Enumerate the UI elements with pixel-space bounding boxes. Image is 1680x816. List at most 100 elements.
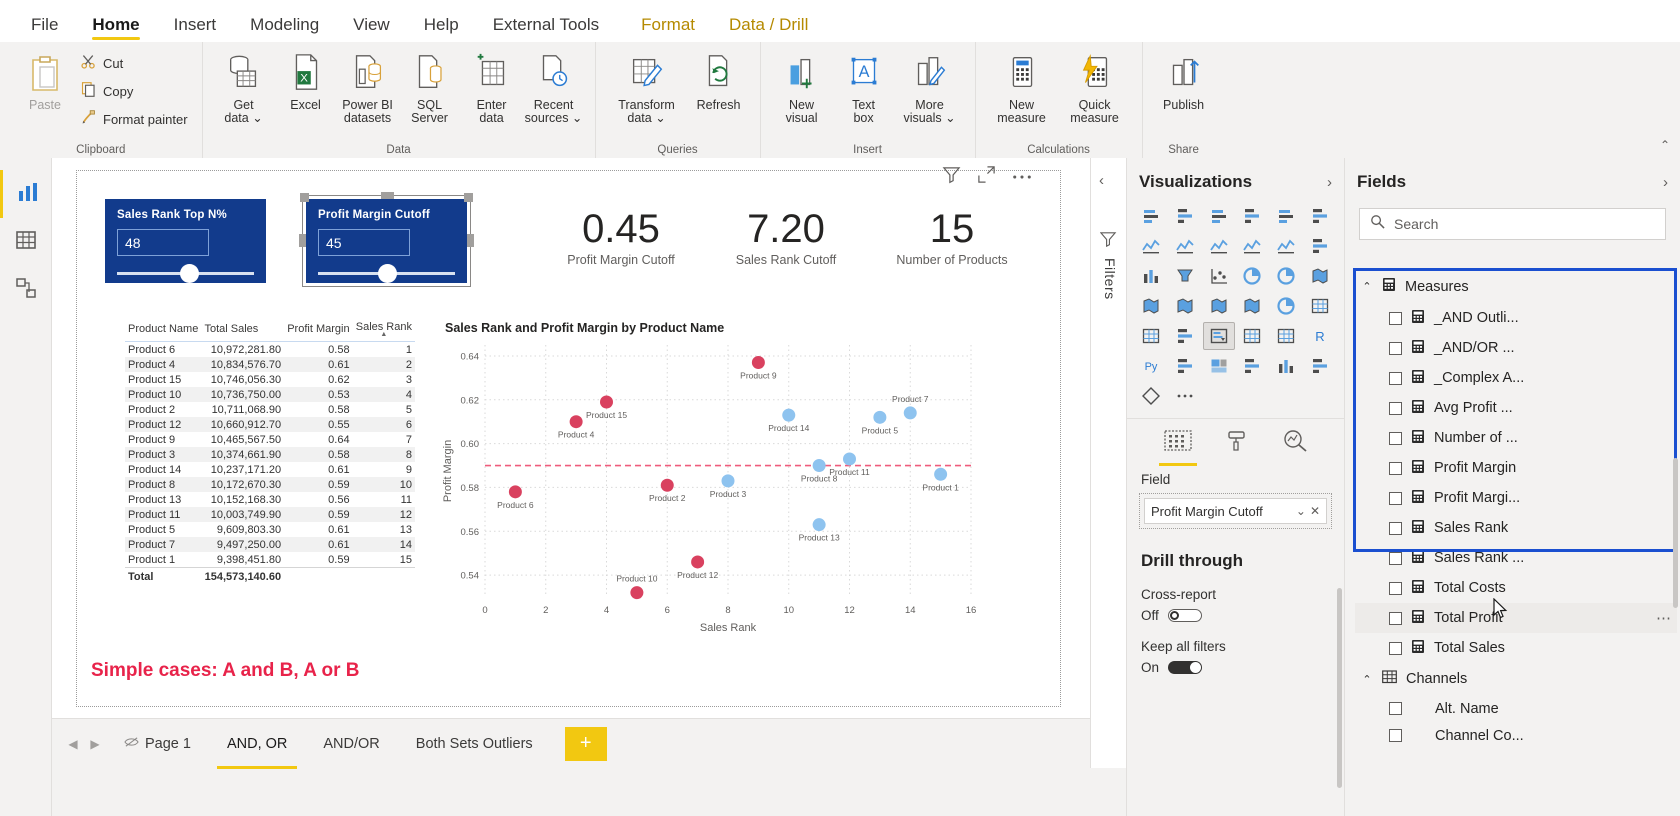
field-more-options-icon[interactable]: ⋯ (1656, 609, 1671, 627)
stacked-bar-chart-icon[interactable] (1135, 202, 1167, 230)
table-row[interactable]: Product 3 10,374,661.90 0.58 8 (125, 447, 415, 462)
funnel-chart-icon[interactable] (1169, 262, 1201, 290)
stacked-area-icon[interactable] (1203, 232, 1235, 260)
scatter-point[interactable] (660, 478, 674, 492)
collapse-ribbon-button[interactable]: ⌃ (1660, 138, 1670, 152)
waterfall-chart-icon[interactable] (1135, 262, 1167, 290)
cross-report-toggle-row[interactable]: Off (1127, 604, 1344, 633)
field-item[interactable]: _AND/OR ... (1355, 333, 1677, 363)
data-view-button[interactable] (0, 218, 52, 266)
scatter-plot-svg[interactable]: 0.54 0.56 0.58 0.60 0.62 0.64 0 2 4 6 8 10 12 14 16 Pro… (437, 335, 982, 641)
add-page-button[interactable]: + (564, 726, 607, 761)
field-checkbox[interactable] (1389, 341, 1402, 355)
card-icon[interactable] (1304, 292, 1336, 320)
line-chart-icon[interactable] (1135, 232, 1167, 260)
remove-field-icon[interactable]: ✕ (1310, 504, 1320, 518)
keep-all-filters-toggle-row[interactable]: On (1127, 656, 1344, 685)
quick-measure-button[interactable]: Quick measure (1058, 46, 1132, 127)
page-next-button[interactable]: ▶ (84, 733, 106, 755)
scatter-point[interactable] (812, 518, 826, 532)
shape-map-icon[interactable] (1203, 292, 1235, 320)
recent-sources-button[interactable]: Recent sources ⌄ (523, 46, 585, 127)
field-item[interactable]: Profit Margi... (1355, 483, 1677, 513)
scatter-chart-icon[interactable] (1203, 262, 1235, 290)
model-view-button[interactable] (0, 266, 52, 314)
scatter-point[interactable] (873, 410, 887, 424)
format-painter-button[interactable]: Format painter (76, 108, 192, 130)
ribbon-chart-icon[interactable] (1304, 232, 1336, 260)
key-influencers-icon[interactable] (1169, 352, 1201, 380)
page-tab-and-slash-or[interactable]: AND/OR (305, 719, 397, 769)
table-row[interactable]: Product 14 10,237,171.20 0.61 9 (125, 462, 415, 477)
get-data-button[interactable]: Get data ⌄ (213, 46, 275, 127)
slicer-slider-track[interactable] (117, 264, 254, 283)
fields-pane-scrollbar[interactable] (1673, 458, 1678, 608)
ribbon-tab-file[interactable]: File (14, 16, 75, 42)
field-item[interactable]: Number of ... (1355, 423, 1677, 453)
qa-visual-icon[interactable] (1237, 352, 1269, 380)
table-row[interactable]: Product 12 10,660,912.70 0.55 6 (125, 417, 415, 432)
scatter-point[interactable] (630, 586, 644, 600)
table-visual[interactable]: Product Name Total Sales Profit Margin S… (125, 319, 415, 585)
cut-button[interactable]: Cut (76, 52, 192, 74)
field-checkbox[interactable] (1389, 641, 1402, 655)
field-checkbox[interactable] (1389, 729, 1402, 742)
focus-mode-icon[interactable] (977, 165, 996, 189)
kpi-card-number-of-products[interactable]: 15 Number of Products (877, 207, 1027, 267)
field-item[interactable]: Total Profit ⋯ (1355, 603, 1677, 633)
scatter-point[interactable] (751, 356, 765, 370)
table-row[interactable]: Product 1 9,398,451.80 0.59 15 (125, 552, 415, 568)
chevron-right-icon[interactable]: › (1327, 174, 1332, 191)
ribbon-tab-home[interactable]: Home (75, 16, 156, 42)
field-checkbox[interactable] (1389, 311, 1402, 325)
slicer-value-input[interactable]: 48 (117, 229, 209, 256)
table-row[interactable]: Product 6 10,972,281.80 0.58 1 (125, 342, 415, 358)
kpi-card-profit-margin-cutoff[interactable]: 0.45 Profit Margin Cutoff (546, 207, 696, 267)
format-paintroller-tab[interactable] (1224, 429, 1250, 466)
scatter-point[interactable] (934, 467, 948, 481)
report-view-button[interactable] (0, 170, 52, 218)
filters-pane-collapsed[interactable]: ‹ Filters (1090, 158, 1126, 768)
sql-server-button[interactable]: SQL Server (399, 46, 461, 127)
field-checkbox[interactable] (1389, 611, 1402, 625)
filter-icon[interactable] (942, 165, 961, 189)
page-tab-page-1[interactable]: Page 1 (106, 719, 209, 769)
map-icon[interactable] (1135, 292, 1167, 320)
slicer-sales-rank-top-n[interactable]: Sales Rank Top N% 48 (105, 199, 266, 283)
more-options-icon[interactable] (1012, 168, 1032, 186)
resize-handle-w[interactable] (299, 234, 306, 247)
table-row[interactable]: Product 13 10,152,168.30 0.56 11 (125, 492, 415, 507)
resize-handle-n[interactable] (380, 192, 394, 199)
field-item[interactable]: Sales Rank ... (1355, 543, 1677, 573)
matrix-icon[interactable] (1270, 322, 1302, 350)
azure-map-icon[interactable] (1237, 292, 1269, 320)
kpi-card-sales-rank-cutoff[interactable]: 7.20 Sales Rank Cutoff (711, 207, 861, 267)
fields-group-measures[interactable]: ⌃ Measures (1355, 270, 1677, 303)
report-page[interactable]: Sales Rank Top N% 48 Profit Margin Cutof… (76, 166, 1061, 707)
keep-all-filters-toggle[interactable] (1168, 661, 1203, 674)
area-chart-icon[interactable] (1169, 232, 1201, 260)
field-checkbox[interactable] (1389, 431, 1402, 445)
chevron-right-icon[interactable]: › (1663, 174, 1668, 191)
field-item[interactable]: Alt. Name (1355, 695, 1677, 722)
scatter-chart-visual[interactable]: Sales Rank and Profit Margin by Product … (437, 321, 982, 651)
100-stacked-bar-icon[interactable] (1270, 202, 1302, 230)
table-icon[interactable] (1237, 322, 1269, 350)
excel-button[interactable]: X Excel (275, 46, 337, 114)
copy-button[interactable]: Copy (76, 80, 192, 102)
field-checkbox[interactable] (1389, 401, 1402, 415)
col-header-product-name[interactable]: Product Name (125, 319, 202, 342)
field-checkbox[interactable] (1389, 521, 1402, 535)
fields-group-channels[interactable]: ⌃ Channels (1355, 663, 1677, 695)
enter-data-button[interactable]: Enter data (461, 46, 523, 127)
table-row[interactable]: Product 10 10,736,750.00 0.53 4 (125, 387, 415, 402)
ribbon-tab-external-tools[interactable]: External Tools (476, 16, 616, 42)
scatter-point[interactable] (721, 474, 735, 488)
new-visual-button[interactable]: New visual (771, 46, 833, 127)
new-measure-button[interactable]: New measure (986, 46, 1058, 127)
slicer-slider-knob[interactable] (180, 264, 200, 283)
field-chip-profit-margin-cutoff[interactable]: Profit Margin Cutoff ⌄ ✕ (1144, 498, 1327, 524)
stacked-column-chart-icon[interactable] (1169, 202, 1201, 230)
transform-data-button[interactable]: Transform data ⌄ (606, 46, 688, 127)
slicer-icon[interactable] (1202, 322, 1235, 350)
